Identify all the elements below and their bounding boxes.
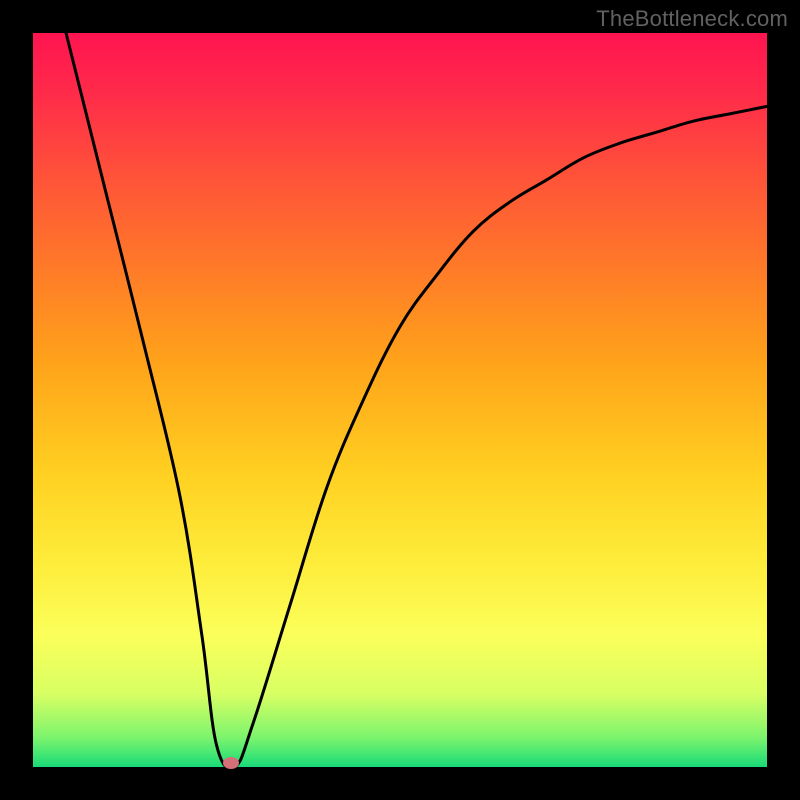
plot-area: [33, 33, 767, 767]
chart-frame: TheBottleneck.com: [0, 0, 800, 800]
watermark-text: TheBottleneck.com: [596, 6, 788, 32]
optimal-point-marker: [223, 757, 239, 769]
bottleneck-curve: [33, 33, 767, 767]
